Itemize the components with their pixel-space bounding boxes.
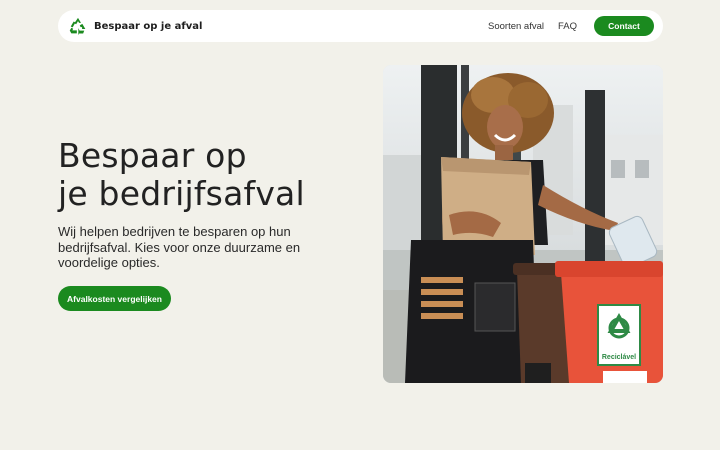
hero-text-line-3: voordelige opties. — [58, 255, 160, 270]
nav-links: Soorten afval FAQ Contact — [488, 16, 654, 36]
compare-costs-button[interactable]: Afvalkosten vergelijken — [58, 286, 171, 311]
nav-link-soorten-afval[interactable]: Soorten afval — [488, 21, 544, 32]
brand-name: Bespaar op je afval — [94, 20, 203, 32]
bin-label: Reciclável — [602, 354, 636, 361]
contact-button[interactable]: Contact — [594, 16, 654, 36]
nav-link-faq[interactable]: FAQ — [558, 21, 577, 32]
hero-title: Bespaar op je bedrijfsafval — [58, 137, 358, 213]
top-navbar: Bespaar op je afval Soorten afval FAQ Co… — [58, 10, 663, 42]
hero-description: Wij helpen bedrijven te besparen op hun … — [58, 224, 328, 271]
hero-title-line-1: Bespaar op — [58, 136, 247, 175]
hero-title-line-2: je bedrijfsafval — [58, 174, 305, 213]
hero-text-line-1: Wij helpen bedrijven te besparen op hun — [58, 224, 291, 239]
brand-logo[interactable]: Bespaar op je afval — [68, 16, 202, 36]
recycling-woman-illustration: Reciclável — [383, 65, 663, 383]
hero-photo: Reciclável — [383, 65, 663, 383]
recycle-icon — [69, 17, 86, 36]
hero-text-line-2: bedrijfsafval. Kies voor onze duurzame e… — [58, 239, 301, 255]
